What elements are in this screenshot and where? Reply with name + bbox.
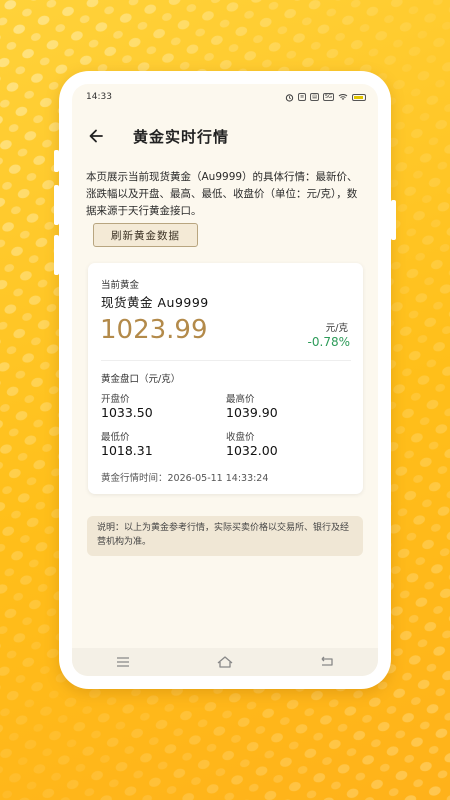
- gold-price: 1023.99: [100, 315, 208, 345]
- status-time: 14:33: [86, 92, 112, 102]
- divider: [101, 360, 351, 361]
- phone-side-button: [54, 185, 59, 225]
- system-nav-bar: [72, 648, 378, 676]
- top-bar: 黄金实时行情: [72, 122, 378, 150]
- back-icon[interactable]: [317, 654, 337, 670]
- status-icons: ≡ ▤ 5G: [285, 93, 366, 102]
- high-value: 1039.90: [226, 405, 278, 420]
- speed-icon: ≡: [298, 93, 307, 101]
- home-icon[interactable]: [215, 654, 235, 670]
- phone-side-button: [54, 150, 59, 172]
- price-unit: 元/克: [325, 323, 348, 334]
- gold-name: 现货黄金 Au9999: [101, 295, 209, 310]
- phone-side-button: [391, 200, 396, 240]
- status-bar: 14:33 ≡ ▤ 5G: [72, 84, 378, 110]
- gold-quote-card: 当前黄金 现货黄金 Au9999 1023.99 元/克 -0.78% 黄金盘口…: [88, 263, 363, 494]
- open-label: 开盘价: [101, 394, 130, 405]
- page-title: 黄金实时行情: [133, 127, 230, 146]
- sim-icon: ▤: [310, 93, 319, 101]
- card-label: 当前黄金: [101, 280, 140, 291]
- low-value: 1018.31: [101, 443, 153, 458]
- arrow-left-icon[interactable]: [86, 126, 106, 146]
- high-label: 最高价: [226, 394, 255, 405]
- price-change: -0.78%: [307, 335, 350, 349]
- phone-side-button: [54, 235, 59, 275]
- close-label: 收盘价: [226, 432, 255, 443]
- menu-icon[interactable]: [113, 654, 133, 670]
- low-label: 最低价: [101, 432, 130, 443]
- disclaimer-notice: 说明：以上为黄金参考行情，实际买卖价格以交易所、银行及经营机构为准。: [87, 516, 363, 556]
- quote-time: 黄金行情时间：2026-05-11 14:33:24: [101, 473, 269, 484]
- alarm-icon: [285, 93, 294, 102]
- app-screen: 14:33 ≡ ▤ 5G 黄金实时行情 本页展示当前现货黄金（Au9999）的具…: [72, 84, 378, 676]
- intro-text: 本页展示当前现货黄金（Au9999）的具体行情：最新价、涨跌幅以及开盘、最高、最…: [86, 171, 358, 217]
- signal-5g-icon: 5G: [322, 93, 334, 101]
- section-title: 黄金盘口（元/克）: [101, 374, 181, 385]
- open-value: 1033.50: [101, 405, 153, 420]
- battery-icon: [352, 93, 366, 101]
- refresh-gold-button[interactable]: 刷新黄金数据: [93, 223, 198, 247]
- wifi-icon: [338, 94, 348, 100]
- close-value: 1032.00: [226, 443, 278, 458]
